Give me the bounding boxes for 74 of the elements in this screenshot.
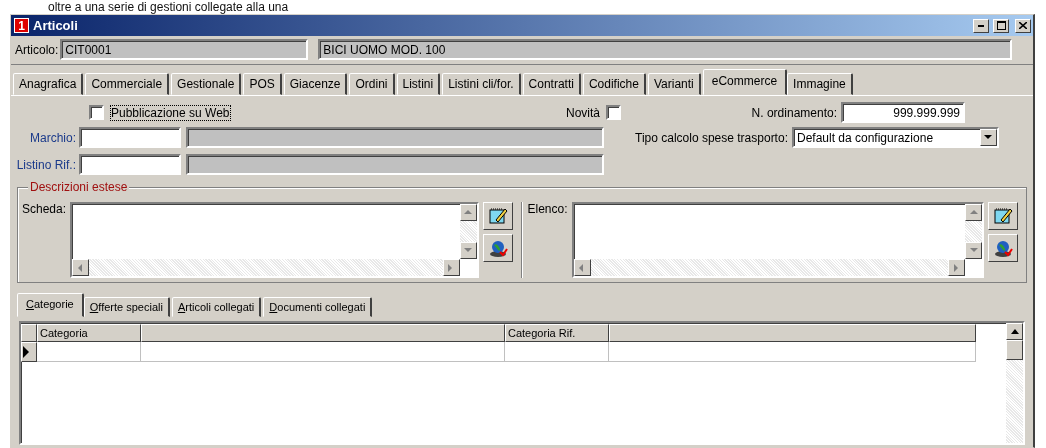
- tab[interactable]: Categorie: [17, 293, 84, 317]
- arrow-icon: [1010, 329, 1019, 334]
- window-title: Articoli: [33, 18, 79, 33]
- edit-button[interactable]: [988, 202, 1018, 230]
- field-label: N. ordinamento:: [751, 105, 837, 120]
- tab[interactable]: Ordini: [349, 73, 395, 95]
- dropdown[interactable]: Default da configurazione: [791, 127, 999, 148]
- checkbox-label: Novità: [566, 105, 600, 120]
- scroll-right-button[interactable]: [442, 259, 460, 276]
- tab[interactable]: Gestionale: [171, 73, 242, 95]
- field-label: Tipo calcolo spese trasporto:: [635, 130, 788, 145]
- scroll-up-button[interactable]: [459, 204, 477, 221]
- group-title: Descrizioni estese: [28, 180, 130, 194]
- app-icon: 1: [14, 18, 29, 33]
- tab[interactable]: eCommerce: [702, 69, 788, 95]
- notepad-pencil-icon: [993, 206, 1013, 226]
- minimize-button[interactable]: [973, 18, 989, 33]
- maximize-button[interactable]: [993, 18, 1009, 33]
- checkbox[interactable]: [606, 105, 621, 120]
- description-field[interactable]: [186, 154, 604, 175]
- tab[interactable]: Contratti: [522, 73, 581, 95]
- globe-icon: [487, 238, 508, 258]
- field-label: Scheda:: [22, 202, 67, 216]
- column-header[interactable]: Categoria: [37, 324, 141, 342]
- description-field[interactable]: BICI UOMO MOD. 100: [318, 39, 1013, 60]
- tab[interactable]: Articoli collegati: [171, 297, 262, 317]
- globe-icon: [993, 238, 1013, 258]
- scroll-left-button[interactable]: [573, 259, 591, 276]
- column-header[interactable]: [141, 324, 505, 342]
- field-label: Marchio:: [29, 130, 76, 145]
- tab[interactable]: Codifiche: [582, 73, 646, 95]
- tab[interactable]: Offerte speciali: [83, 297, 170, 317]
- notepad-pencil-icon: [487, 206, 508, 226]
- text-area[interactable]: [571, 202, 984, 278]
- scroll-up-button[interactable]: [965, 204, 982, 221]
- checkbox[interactable]: [89, 105, 104, 120]
- description-field[interactable]: [186, 127, 604, 148]
- tab[interactable]: Listini cli/for.: [442, 73, 521, 95]
- checkbox-label: Pubblicazione su Web: [111, 105, 230, 120]
- scroll-down-button[interactable]: [459, 242, 477, 259]
- field-label: Elenco:: [527, 202, 568, 216]
- tab[interactable]: Anagrafica: [13, 73, 84, 95]
- tab[interactable]: Immagine: [787, 73, 853, 95]
- tab[interactable]: Documenti collegati: [263, 297, 373, 317]
- close-icon: [1019, 22, 1027, 29]
- scroll-right-button[interactable]: [948, 259, 965, 276]
- current-row-icon: [22, 346, 30, 358]
- field-label: Articolo:: [15, 42, 59, 57]
- edit-button[interactable]: [482, 202, 513, 230]
- document-text: oltre a una serie di gestioni collegate alla una: [47, 0, 290, 14]
- column-header[interactable]: [609, 324, 976, 342]
- column-header[interactable]: Categoria Rif.: [505, 324, 609, 342]
- minimize-icon: [978, 24, 984, 27]
- tab[interactable]: Varianti: [647, 73, 701, 95]
- tab[interactable]: POS: [243, 73, 282, 95]
- scroll-down-button[interactable]: [965, 242, 982, 259]
- close-button[interactable]: [1015, 18, 1031, 33]
- scroll-up-button[interactable]: [1006, 323, 1023, 340]
- tab[interactable]: Listini: [396, 73, 441, 95]
- code-field[interactable]: CIT0001: [60, 39, 309, 60]
- web-button[interactable]: [482, 234, 513, 262]
- dropdown-button[interactable]: [979, 129, 997, 146]
- input-field[interactable]: [79, 154, 181, 175]
- scroll-thumb[interactable]: [1006, 340, 1023, 360]
- tab[interactable]: Giacenze: [283, 73, 348, 95]
- tab[interactable]: Commerciale: [85, 73, 170, 95]
- maximize-icon: [996, 21, 1006, 30]
- input-field[interactable]: [79, 127, 181, 148]
- text-area[interactable]: [70, 202, 479, 278]
- field-label: Listino Rif.:: [15, 157, 76, 172]
- web-button[interactable]: [988, 234, 1018, 262]
- scroll-left-button[interactable]: [72, 259, 90, 276]
- number-field[interactable]: 999.999.999: [841, 102, 965, 123]
- caret-icon: [984, 135, 993, 140]
